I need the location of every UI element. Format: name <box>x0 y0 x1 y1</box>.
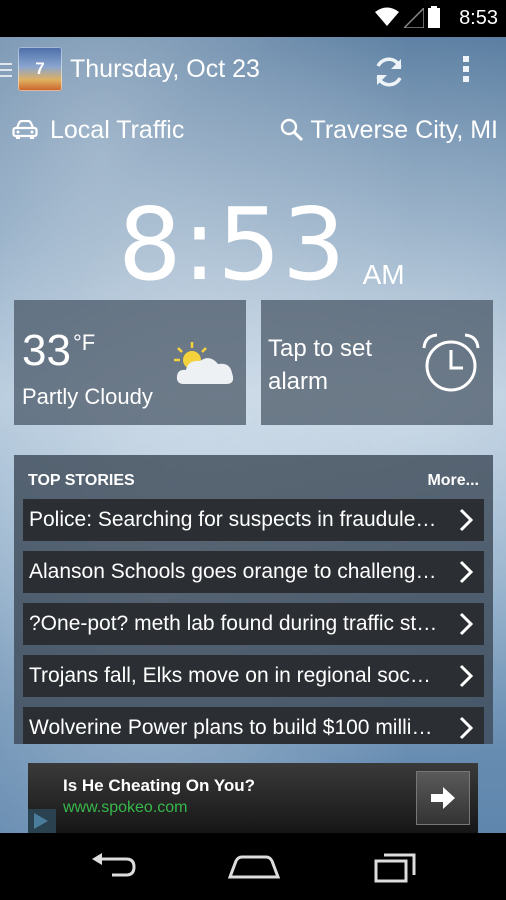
temperature-unit: °F <box>72 330 96 355</box>
drawer-indicator-icon[interactable] <box>0 63 12 81</box>
clock: 8:53 AM <box>118 175 405 295</box>
recent-apps-icon[interactable] <box>372 849 420 883</box>
chevron-right-icon <box>459 508 474 532</box>
story-item[interactable]: ?One-pot? meth lab found during traffic … <box>23 603 484 645</box>
date-title: Thursday, Oct 23 <box>70 55 260 83</box>
overflow-menu-icon[interactable] <box>456 53 476 89</box>
location-search-button[interactable]: Traverse City, MI <box>280 114 498 146</box>
alarm-tile[interactable]: Tap to set alarm <box>261 300 493 425</box>
temperature: 33°F <box>22 326 95 376</box>
location-label: Traverse City, MI <box>310 115 498 144</box>
story-item[interactable]: Trojans fall, Elks move on in regional s… <box>23 655 484 697</box>
story-title: Wolverine Power plans to build $100 mill… <box>29 716 439 739</box>
home-icon[interactable] <box>226 851 282 881</box>
app-logo[interactable]: 7 <box>18 47 62 91</box>
wifi-icon <box>375 7 399 26</box>
alarm-text-line2: alarm <box>268 368 329 395</box>
ad-url[interactable]: www.spokeo.com <box>63 799 188 817</box>
temperature-value: 33 <box>22 326 71 375</box>
chevron-right-icon <box>459 716 474 740</box>
clock-time: 8:53 <box>118 186 347 303</box>
ad-choices-icon[interactable] <box>28 809 56 833</box>
status-time: 8:53 <box>459 7 498 29</box>
story-item[interactable]: Wolverine Power plans to build $100 mill… <box>23 707 484 744</box>
weather-condition: Partly Cloudy <box>22 384 153 409</box>
search-icon <box>281 118 304 142</box>
alarm-clock-icon <box>422 333 480 392</box>
story-item[interactable]: Police: Searching for suspects in fraudu… <box>23 499 484 541</box>
battery-icon <box>428 6 440 28</box>
app-screen: 7 Thursday, Oct 23 Local Traffic Travers… <box>0 37 506 833</box>
partly-cloudy-icon <box>174 342 234 384</box>
top-stories-panel: TOP STORIES More... Police: Searching fo… <box>14 455 493 744</box>
ad-banner[interactable]: Is He Cheating On You? www.spokeo.com <box>28 763 478 833</box>
chevron-right-icon <box>459 664 474 688</box>
story-title: Alanson Schools goes orange to challenge… <box>29 560 439 583</box>
chevron-right-icon <box>459 612 474 636</box>
alarm-text-line1: Tap to set <box>268 335 373 362</box>
top-stories-header: TOP STORIES More... <box>14 455 493 495</box>
clock-ampm: AM <box>362 259 405 290</box>
story-title: Police: Searching for suspects in fraudu… <box>29 508 439 531</box>
story-title: Trojans fall, Elks move on in regional s… <box>29 664 439 687</box>
refresh-icon[interactable] <box>370 53 408 91</box>
back-icon[interactable] <box>88 851 138 881</box>
status-bar: 8:53 <box>0 0 506 37</box>
chevron-right-icon <box>459 560 474 584</box>
arrow-right-icon <box>431 787 455 809</box>
local-traffic-label: Local Traffic <box>50 115 185 144</box>
signal-icon <box>404 8 424 28</box>
local-traffic-button[interactable]: Local Traffic <box>12 114 184 146</box>
top-stories-title: TOP STORIES <box>28 472 135 489</box>
story-title: ?One-pot? meth lab found during traffic … <box>29 612 439 635</box>
story-item[interactable]: Alanson Schools goes orange to challenge… <box>23 551 484 593</box>
weather-tile[interactable]: 33°F Partly Cloudy <box>14 300 246 425</box>
more-stories-link[interactable]: More... <box>427 472 479 490</box>
ad-arrow-button[interactable] <box>416 771 470 825</box>
ad-title[interactable]: Is He Cheating On You? <box>63 776 255 796</box>
navigation-bar <box>0 833 506 900</box>
car-icon <box>12 120 38 139</box>
alarm-text: Tap to set alarm <box>268 332 372 398</box>
